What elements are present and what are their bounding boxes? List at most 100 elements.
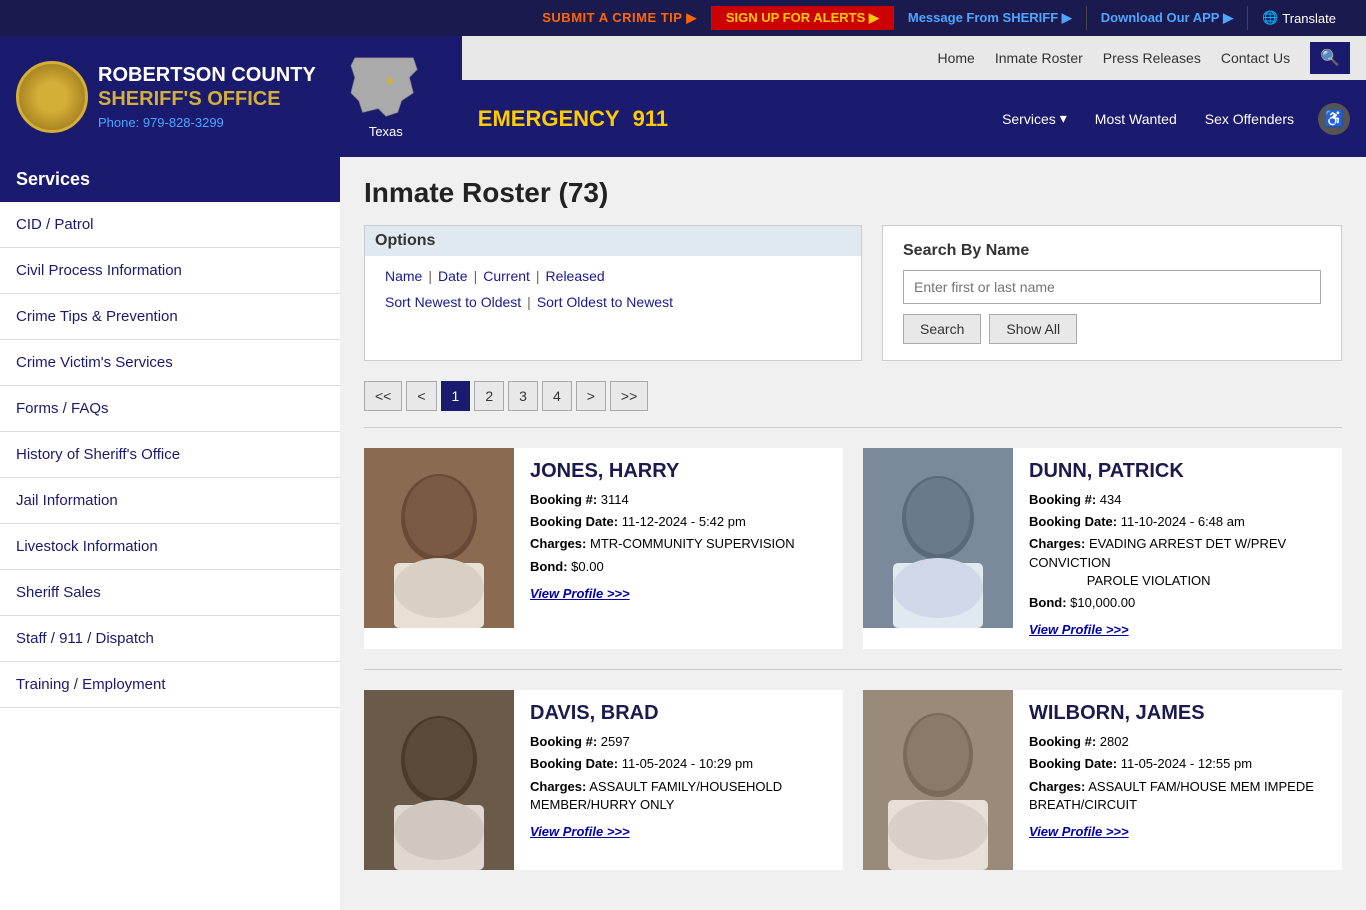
sidebar-item-forms-faqs[interactable]: Forms / FAQs xyxy=(0,386,340,432)
inmate-card-jones: JONES, HARRY Booking #: 3114 Booking Dat… xyxy=(364,448,843,649)
inmate-photo-jones xyxy=(364,448,514,628)
sidebar-item-sheriff-sales[interactable]: Sheriff Sales xyxy=(0,570,340,616)
released-filter-link[interactable]: Released xyxy=(546,268,605,284)
sheriff-msg-icon: ▶ xyxy=(1062,10,1072,25)
inmate-name-jones: JONES, HARRY xyxy=(530,460,843,483)
phone-number: 979-828-3299 xyxy=(143,115,224,130)
inmate-booking-date-wilborn: Booking Date: 11-05-2024 - 12:55 pm xyxy=(1029,755,1342,773)
sidebar-header: Services xyxy=(0,157,340,202)
inmate-booking-num-jones: Booking #: 3114 xyxy=(530,491,843,509)
sidebar-item-crime-tips[interactable]: Crime Tips & Prevention xyxy=(0,294,340,340)
sheriff-msg-label: Message From SHERIFF xyxy=(908,10,1058,25)
mugshot-silhouette-jones xyxy=(364,448,514,628)
show-all-button[interactable]: Show All xyxy=(989,314,1077,344)
inmate-charges-jones: Charges: MTR-COMMUNITY SUPERVISION xyxy=(530,535,843,553)
sheriff-message-button[interactable]: Message From SHERIFF ▶ xyxy=(894,6,1087,30)
nav-most-wanted[interactable]: Most Wanted xyxy=(1083,103,1189,135)
logo-text: ROBERTSON COUNTY SHERIFF'S OFFICE Phone:… xyxy=(98,63,316,130)
sort-oldest-link[interactable]: Sort Oldest to Newest xyxy=(537,294,673,310)
pagination-prev[interactable]: < xyxy=(406,381,436,411)
nav-inmate-roster[interactable]: Inmate Roster xyxy=(995,50,1083,66)
view-profile-wilborn[interactable]: View Profile >>> xyxy=(1029,824,1129,839)
sidebar-item-jail-info[interactable]: Jail Information xyxy=(0,478,340,524)
mugshot-silhouette-dunn xyxy=(863,448,1013,628)
search-icon-button[interactable]: 🔍 xyxy=(1310,42,1350,74)
sidebar-item-training[interactable]: Training / Employment xyxy=(0,662,340,708)
inmate-booking-num-dunn: Booking #: 434 xyxy=(1029,491,1342,509)
translate-label: Translate xyxy=(1282,11,1336,26)
inmate-charges-dunn: Charges: EVADING ARREST DET W/PREV CONVI… xyxy=(1029,535,1342,590)
sidebar-item-livestock[interactable]: Livestock Information xyxy=(0,524,340,570)
inmate-booking-num-davis: Booking #: 2597 xyxy=(530,733,843,751)
nav-press-releases[interactable]: Press Releases xyxy=(1103,50,1201,66)
inmate-booking-date-jones: Booking Date: 11-12-2024 - 5:42 pm xyxy=(530,513,843,531)
inmate-info-davis: DAVIS, BRAD Booking #: 2597 Booking Date… xyxy=(530,690,843,870)
texas-map-svg xyxy=(346,54,426,124)
chevron-down-icon: ▾ xyxy=(1060,110,1067,127)
bottom-navigation: EMERGENCY 911 Services ▾ Most Wanted Sex… xyxy=(462,80,1366,157)
sidebar-item-cid-patrol[interactable]: CID / Patrol xyxy=(0,202,340,248)
pagination-last[interactable]: >> xyxy=(610,381,648,411)
pagination-first[interactable]: << xyxy=(364,381,402,411)
inmate-row-2: DAVIS, BRAD Booking #: 2597 Booking Date… xyxy=(364,669,1342,890)
pagination-page-1[interactable]: 1 xyxy=(441,381,471,411)
nav-home[interactable]: Home xyxy=(937,50,974,66)
current-filter-link[interactable]: Current xyxy=(483,268,530,284)
sort-newest-link[interactable]: Sort Newest to Oldest xyxy=(385,294,521,310)
inmate-card-davis: DAVIS, BRAD Booking #: 2597 Booking Date… xyxy=(364,690,843,870)
inmate-info-jones: JONES, HARRY Booking #: 3114 Booking Dat… xyxy=(530,448,843,649)
mugshot-jones xyxy=(364,448,514,628)
texas-map-area: Texas xyxy=(326,46,446,147)
options-heading: Options xyxy=(365,226,861,256)
translate-button[interactable]: 🌐 Translate xyxy=(1248,6,1350,30)
sort-by-name-link[interactable]: Name xyxy=(385,268,422,284)
pagination-page-2[interactable]: 2 xyxy=(474,381,504,411)
header-right: Home Inmate Roster Press Releases Contac… xyxy=(462,36,1366,157)
inmate-photo-wilborn xyxy=(863,690,1013,870)
view-profile-davis[interactable]: View Profile >>> xyxy=(530,824,630,839)
crime-tip-button[interactable]: SUBMIT A CRIME TIP ▶ xyxy=(528,6,712,30)
download-app-icon: ▶ xyxy=(1223,10,1233,25)
inmate-photo-dunn xyxy=(863,448,1013,628)
pagination-next[interactable]: > xyxy=(576,381,606,411)
page-title: Inmate Roster (73) xyxy=(364,177,1342,209)
inmate-info-dunn: DUNN, PATRICK Booking #: 434 Booking Dat… xyxy=(1029,448,1342,649)
options-search-row: Options Name | Date | Current | Released… xyxy=(364,225,1342,361)
view-profile-jones[interactable]: View Profile >>> xyxy=(530,586,630,601)
emergency-number: 911 xyxy=(633,106,669,131)
alert-bar: SUBMIT A CRIME TIP ▶ SIGN UP FOR ALERTS … xyxy=(0,0,1366,36)
nav-contact-us[interactable]: Contact Us xyxy=(1221,50,1290,66)
sidebar-item-crime-victims[interactable]: Crime Victim's Services xyxy=(0,340,340,386)
sort-by-date-link[interactable]: Date xyxy=(438,268,468,284)
services-label: Services xyxy=(1002,111,1056,127)
services-dropdown[interactable]: Services ▾ xyxy=(990,102,1079,135)
options-links: Name | Date | Current | Released xyxy=(385,268,841,284)
sidebar-item-civil-process[interactable]: Civil Process Information xyxy=(0,248,340,294)
download-app-button[interactable]: Download Our APP ▶ xyxy=(1087,6,1248,30)
main-content: Inmate Roster (73) Options Name | Date |… xyxy=(340,157,1366,910)
site-header: ROBERTSON COUNTY SHERIFF'S OFFICE Phone:… xyxy=(0,36,1366,157)
inmate-booking-date-davis: Booking Date: 11-05-2024 - 10:29 pm xyxy=(530,755,843,773)
download-app-label: Download Our APP xyxy=(1101,10,1220,25)
inmate-photo-davis xyxy=(364,690,514,870)
accessibility-button[interactable]: ♿ xyxy=(1318,103,1350,135)
sign-up-alerts-button[interactable]: SIGN UP FOR ALERTS ▶ xyxy=(712,6,894,30)
pagination-page-4[interactable]: 4 xyxy=(542,381,572,411)
inmate-card-wilborn: WILBORN, JAMES Booking #: 2802 Booking D… xyxy=(863,690,1342,870)
sidebar-item-staff-dispatch[interactable]: Staff / 911 / Dispatch xyxy=(0,616,340,662)
sheriff-badge xyxy=(16,61,88,133)
inmate-card-dunn: DUNN, PATRICK Booking #: 434 Booking Dat… xyxy=(863,448,1342,649)
crime-tip-icon: ▶ xyxy=(686,10,697,25)
office-name: SHERIFF'S OFFICE xyxy=(98,87,316,111)
view-profile-dunn[interactable]: View Profile >>> xyxy=(1029,622,1129,637)
search-button[interactable]: Search xyxy=(903,314,981,344)
search-input[interactable] xyxy=(903,270,1321,304)
options-box: Options Name | Date | Current | Released… xyxy=(364,225,862,361)
sidebar-item-history[interactable]: History of Sheriff's Office xyxy=(0,432,340,478)
pagination-page-3[interactable]: 3 xyxy=(508,381,538,411)
inmate-name-wilborn: WILBORN, JAMES xyxy=(1029,702,1342,725)
inmate-charges-wilborn: Charges: ASSAULT FAM/HOUSE MEM IMPEDE BR… xyxy=(1029,778,1342,814)
logo-area: ROBERTSON COUNTY SHERIFF'S OFFICE Phone:… xyxy=(0,36,462,157)
nav-sex-offenders[interactable]: Sex Offenders xyxy=(1193,103,1306,135)
bottom-nav-links: Services ▾ Most Wanted Sex Offenders ♿ xyxy=(990,102,1350,135)
